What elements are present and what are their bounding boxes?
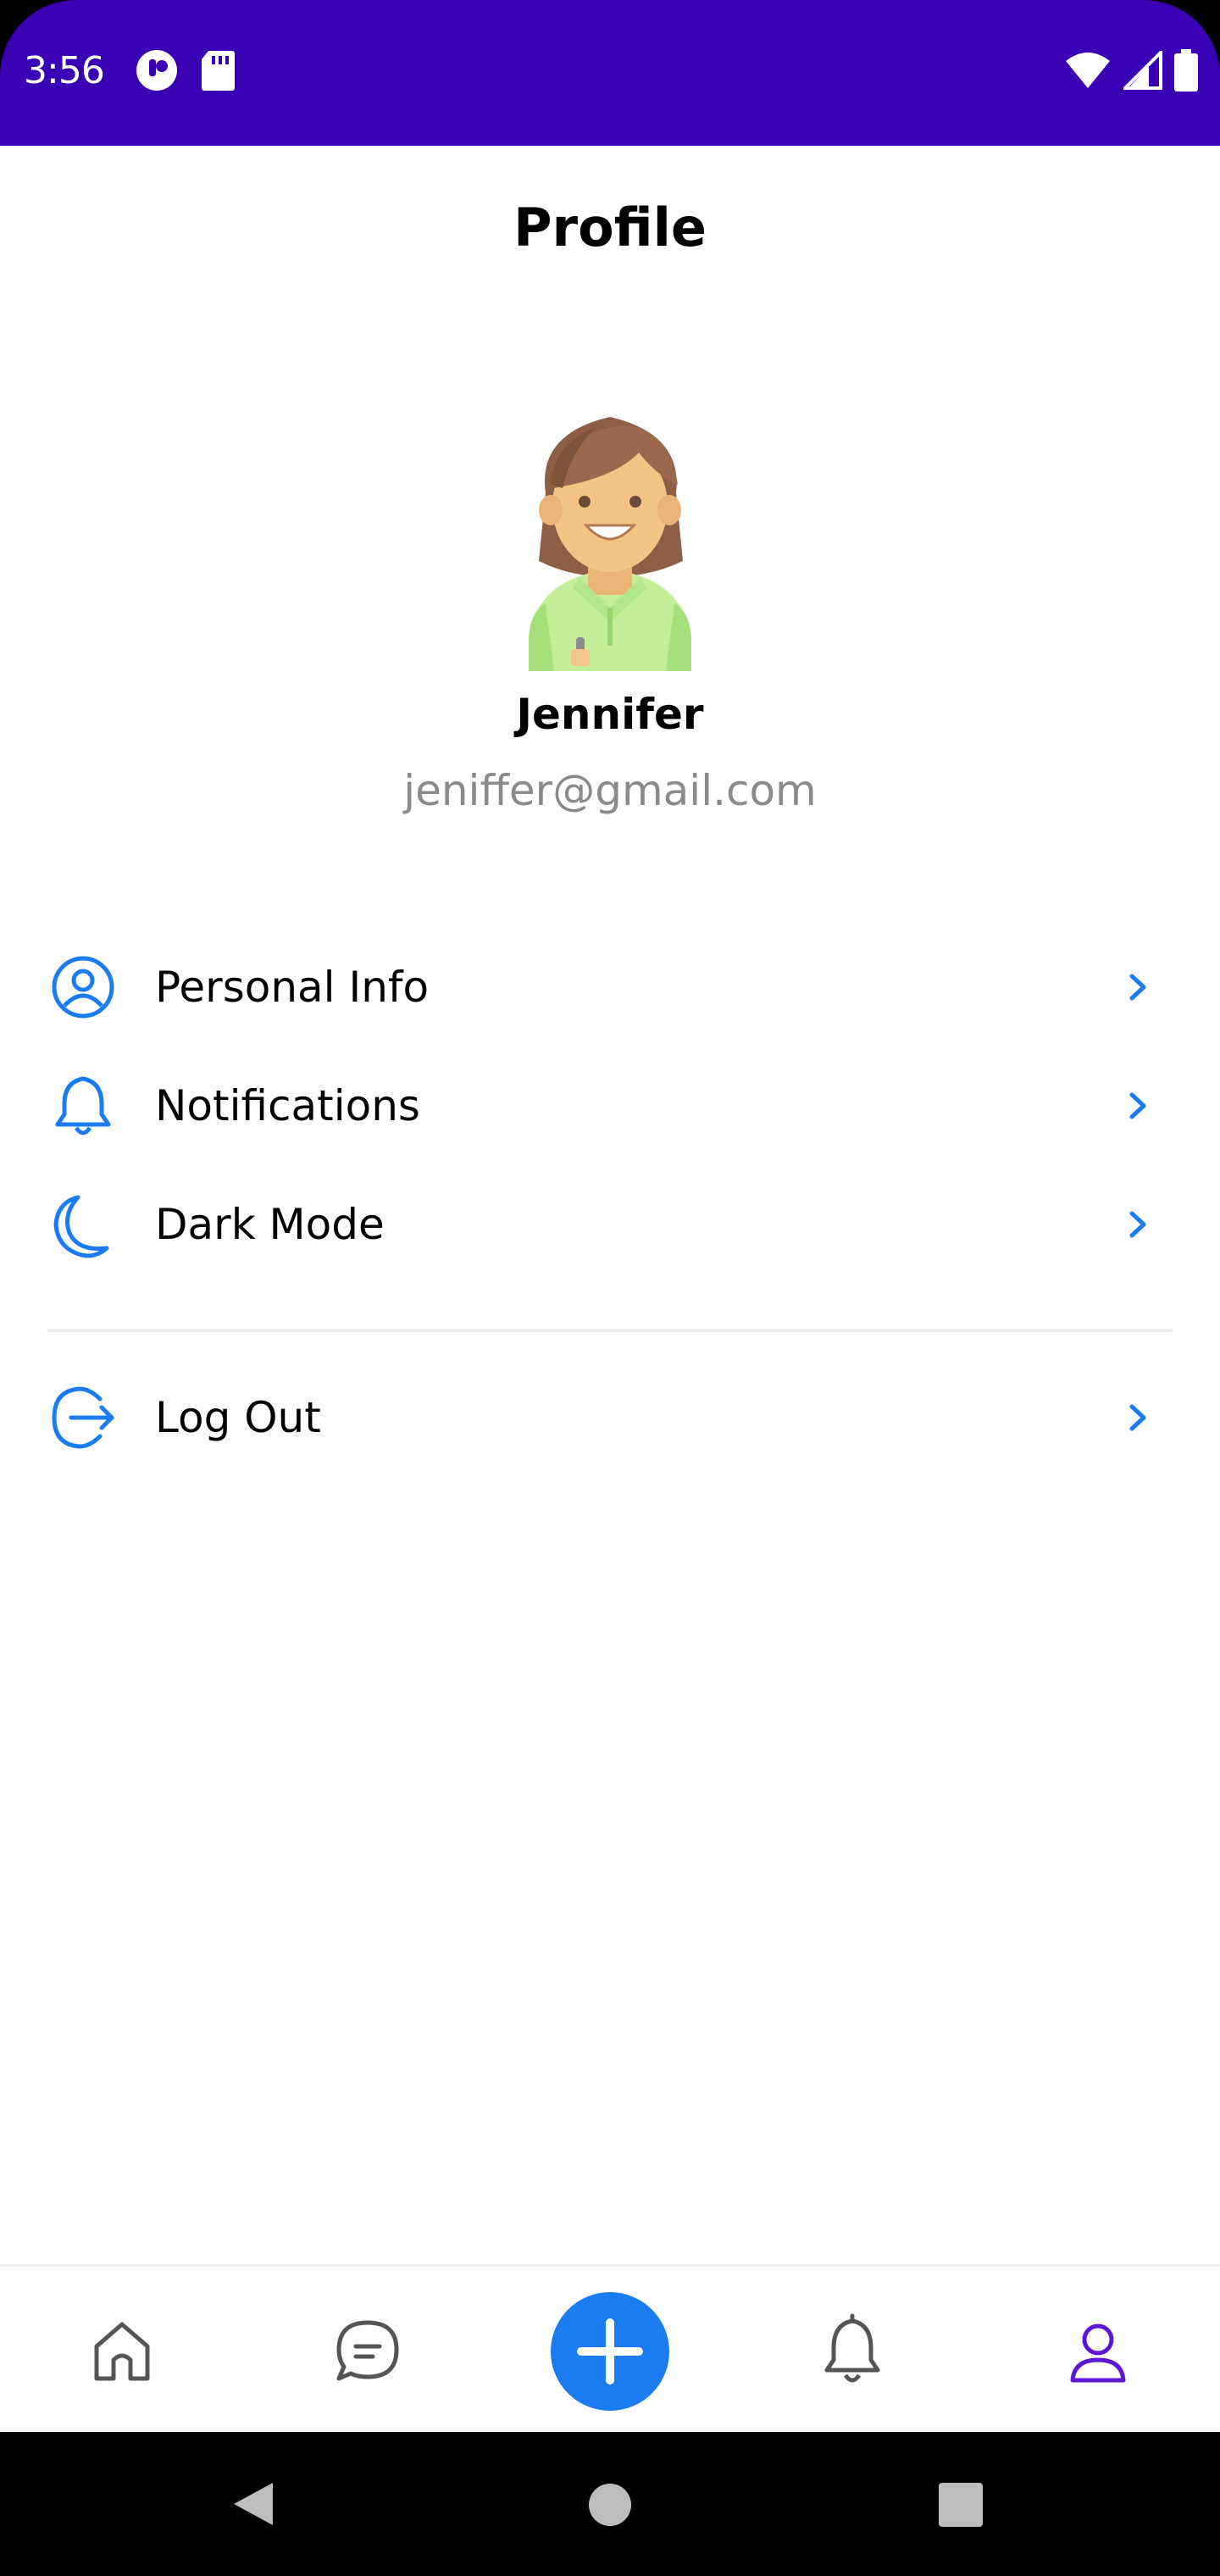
avatar	[529, 417, 691, 671]
home-icon[interactable]	[80, 2309, 164, 2394]
status-time: 3:56	[24, 49, 105, 92]
status-icons-right	[1064, 49, 1198, 92]
page-title: Profile	[513, 197, 707, 258]
menu-item-label: Personal Info	[155, 963, 430, 1012]
signal-icon	[1123, 51, 1162, 90]
menu-item-label: Log Out	[155, 1393, 321, 1442]
wifi-icon	[1066, 53, 1110, 88]
menu-item-dark-mode[interactable]: Dark Mode	[0, 1178, 1220, 1271]
bell-icon	[55, 1076, 111, 1135]
profile-email: jeniffer@gmail.com	[403, 766, 817, 815]
add-icon	[577, 2318, 643, 2384]
chevron-right-icon	[1129, 1211, 1146, 1238]
add-button[interactable]	[551, 2292, 669, 2411]
menu-divider	[47, 1329, 1173, 1332]
chat-icon[interactable]	[325, 2309, 410, 2394]
chevron-right-icon	[1129, 974, 1146, 1001]
logout-icon	[52, 1386, 114, 1449]
menu-item-label: Notifications	[155, 1081, 420, 1130]
back-icon[interactable]	[230, 2479, 276, 2529]
menu-item-logout[interactable]: Log Out	[0, 1371, 1220, 1464]
home-button-icon[interactable]	[586, 2481, 634, 2529]
status-icons-left	[136, 49, 236, 92]
notifications-nav-icon[interactable]	[810, 2309, 895, 2394]
recents-icon[interactable]	[937, 2481, 984, 2529]
system-navigation-bar	[0, 2432, 1220, 2576]
moon-icon	[53, 1195, 109, 1258]
bottom-nav	[0, 2264, 1220, 2434]
device-frame: 3:56 Profile Jennifer jeniffer@gmail.com…	[0, 0, 1220, 2576]
menu-item-label: Dark Mode	[155, 1200, 385, 1249]
profile-screen: Profile Jennifer jeniffer@gmail.com Pers…	[0, 146, 1220, 2434]
battery-icon	[1174, 49, 1198, 92]
user-circle-icon	[52, 956, 114, 1019]
status-bar: 3:56	[0, 0, 1220, 146]
profile-icon[interactable]	[1056, 2309, 1140, 2394]
chevron-right-icon	[1129, 1404, 1146, 1431]
chevron-right-icon	[1129, 1092, 1146, 1119]
app-notification-icon	[136, 50, 177, 91]
menu-item-personal-info[interactable]: Personal Info	[0, 941, 1220, 1034]
sd-card-icon	[202, 51, 235, 91]
menu-item-notifications[interactable]: Notifications	[0, 1059, 1220, 1152]
profile-name: Jennifer	[516, 690, 704, 739]
